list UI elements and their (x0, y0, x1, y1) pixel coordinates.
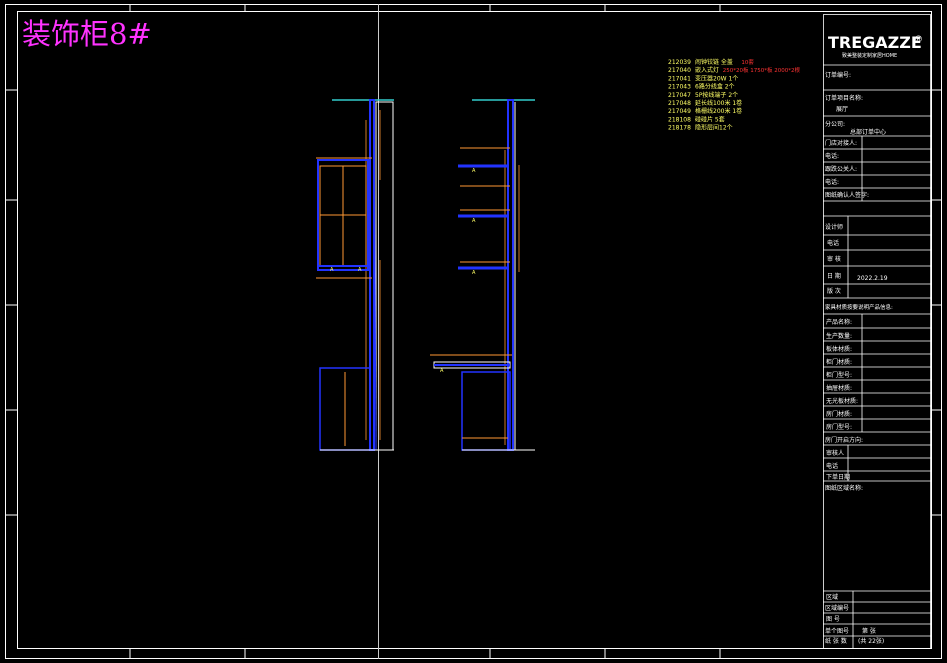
drawing-frame (5, 4, 942, 659)
drawer-material-label: 抽屉材质: (826, 384, 852, 392)
area-label: 区域 (826, 593, 838, 601)
company-value: 总部订单中心 (850, 128, 886, 136)
logo-subtitle: 致美整装定制家居HOME (842, 52, 897, 59)
production-qty-label: 生产数量: (826, 332, 852, 340)
opening-label: 房门开启方向: (825, 436, 863, 444)
board-material-label: 板体材质: (826, 345, 852, 353)
part-text: 嵌入式灯 (695, 66, 719, 74)
date-value: 2022.2.19 (857, 275, 888, 282)
part-text: 5P按线端子 2个 (695, 91, 738, 99)
pic-no-label: 图 号 (826, 616, 840, 623)
sheet-label: 纸 张 数 (825, 637, 847, 645)
glass-door-label: 房门材质: (826, 410, 852, 418)
part-code: 212039 (668, 59, 691, 66)
svg-text:A: A (472, 168, 476, 174)
part-code: 217049 (668, 108, 691, 115)
phone-label-3: 电话 (827, 239, 839, 247)
total-pages-label: 单个图号 (825, 627, 849, 635)
logo-text: TREGAZZE (828, 33, 922, 52)
part-code: 217047 (668, 92, 691, 99)
parts-list: 212039 闹钟铰链 全盖 10套 217040 嵌入式灯 250*20板 1750*板… (668, 58, 801, 132)
part-code: 217040 (668, 67, 691, 74)
store-contact-label: 门店对接人: (825, 139, 857, 147)
back-panel-label: 无光板材质: (826, 397, 858, 405)
part-text: 格栅线200米 1卷 (695, 107, 742, 115)
part-code: 217041 (668, 75, 691, 82)
part-code: 217043 (668, 84, 691, 91)
confirm-label: 图纸确认人签字: (825, 191, 869, 199)
part-code: 218108 (668, 116, 691, 123)
materials-note: 家具材质按要说明产品信息: (825, 303, 893, 311)
part-code: 217048 (668, 100, 691, 107)
part-text: 隐形层间12个 (695, 124, 733, 132)
phone-label-4: 电话 (826, 462, 838, 470)
cad-drawing: A A A A A A 212039 闹钟铰链 全盖 10套 217040 嵌入式灯 25… (5, 4, 942, 659)
phone-label-1: 电话: (825, 152, 839, 160)
examiner-label: 审核人 (826, 449, 844, 457)
project-value: 展厅 (836, 106, 848, 113)
part-text: 延长线100米 1卷 (695, 99, 742, 107)
door-material-label: 柜门材质: (826, 358, 852, 366)
svg-text:A: A (472, 218, 476, 224)
order-no-label: 订单编号: (825, 71, 851, 79)
svg-text:A: A (472, 270, 476, 276)
designer-label: 跟跌公关人: (825, 165, 857, 173)
glass-model-label: 房门型号: (826, 423, 852, 431)
phone-label-2: 电话: (825, 178, 839, 186)
area-no-label: 区域编号 (825, 604, 849, 612)
part-extra: 10套 (741, 58, 754, 66)
brand-logo: TREGAZZE ® 致美整装定制家居HOME (828, 33, 923, 59)
svg-text:A: A (330, 267, 334, 273)
svg-text:A: A (440, 368, 444, 374)
project-label: 订单项目名称: (825, 94, 863, 102)
date-label: 日 期 (827, 272, 841, 280)
review-label: 审 核 (827, 255, 841, 263)
company-label: 分公司: (825, 120, 845, 128)
right-section: A A A A (430, 99, 535, 451)
door-model-label: 柜门型号: (826, 371, 852, 379)
registered-mark: ® (914, 35, 923, 45)
drawing-notes-label: 图纸区域名称: (825, 484, 863, 492)
part-extra: 250*20板 1750*板 2000*2根 (723, 66, 801, 74)
part-text: 变压器20W 1个 (695, 74, 738, 82)
part-text: 闹钟铰链 全盖 (695, 58, 733, 66)
part-text: 碰碰片 5套 (695, 115, 725, 123)
design-label: 设计师 (825, 223, 843, 231)
product-name-label: 产品名称: (826, 318, 852, 326)
version-label: 版 次 (827, 287, 841, 295)
page-label: 第 张 (862, 627, 876, 635)
frame-ticks (5, 4, 941, 659)
part-code: 218178 (668, 125, 691, 132)
title-block-labels: 订单编号: 订单项目名称: 展厅 分公司: 总部订单中心 门店对接人: 电话: … (825, 71, 893, 645)
order-date-label: 下单日期 (826, 473, 850, 481)
part-text: 6路分线盒 2个 (695, 83, 735, 91)
total-label: (共 22张) (858, 637, 884, 645)
left-elevation: A A (316, 99, 394, 451)
svg-text:A: A (358, 267, 362, 273)
